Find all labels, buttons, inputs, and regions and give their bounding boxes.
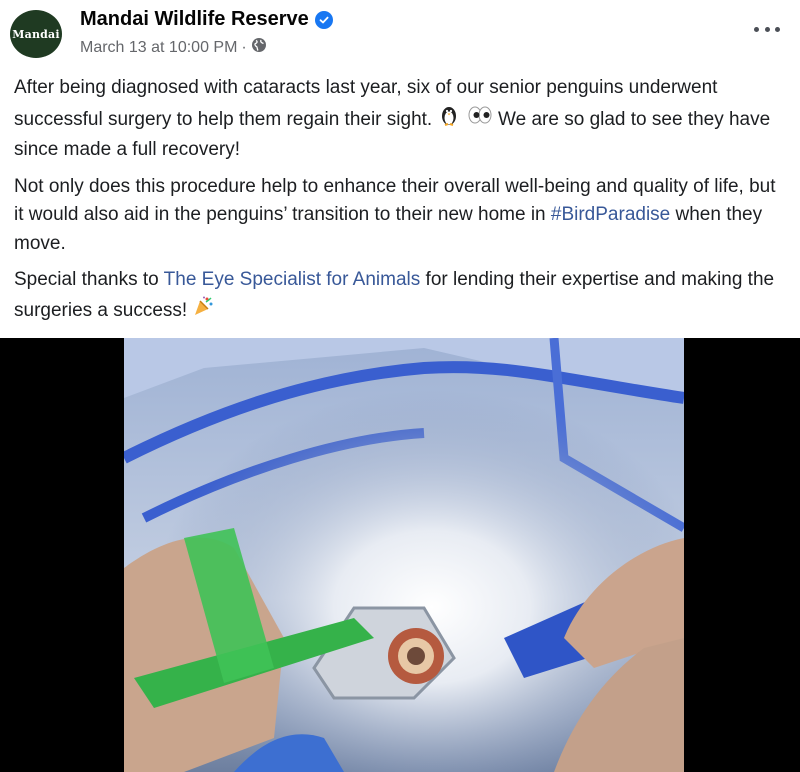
facebook-post: Mandai Mandai Wildlife Reserve March 13 … [0,0,800,772]
post-timestamp[interactable]: March 13 at 10:00 PM [80,39,237,57]
avatar-logo-text: Mandai [12,27,60,41]
meta-separator: · [241,38,247,56]
verified-badge-icon [314,10,333,29]
post-header: Mandai Mandai Wildlife Reserve March 13 … [0,0,800,70]
paragraph-3-text: Special thanks to [14,269,164,290]
globe-icon[interactable] [251,37,267,58]
post-meta: March 13 at 10:00 PM · [80,37,267,58]
penguin-emoji-icon [437,103,461,137]
paragraph-1: After being diagnosed with cataracts las… [14,74,789,165]
page-name[interactable]: Mandai Wildlife Reserve [80,8,309,31]
surgery-photo[interactable] [124,338,684,772]
page-avatar[interactable]: Mandai [10,10,62,58]
paragraph-3: Special thanks to The Eye Specialist for… [14,266,789,326]
mentioned-page-link[interactable]: The Eye Specialist for Animals [164,269,421,290]
surgery-photo-illustration [124,338,684,772]
post-text: After being diagnosed with cataracts las… [14,74,789,334]
hashtag-link[interactable]: #BirdParadise [551,204,670,225]
page-name-row: Mandai Wildlife Reserve [80,8,333,31]
paragraph-2: Not only does this procedure help to enh… [14,173,789,259]
party-popper-emoji-icon [192,295,214,327]
post-media[interactable] [0,338,800,772]
more-options-icon[interactable] [754,22,780,36]
eyes-emoji-icon [467,104,493,136]
